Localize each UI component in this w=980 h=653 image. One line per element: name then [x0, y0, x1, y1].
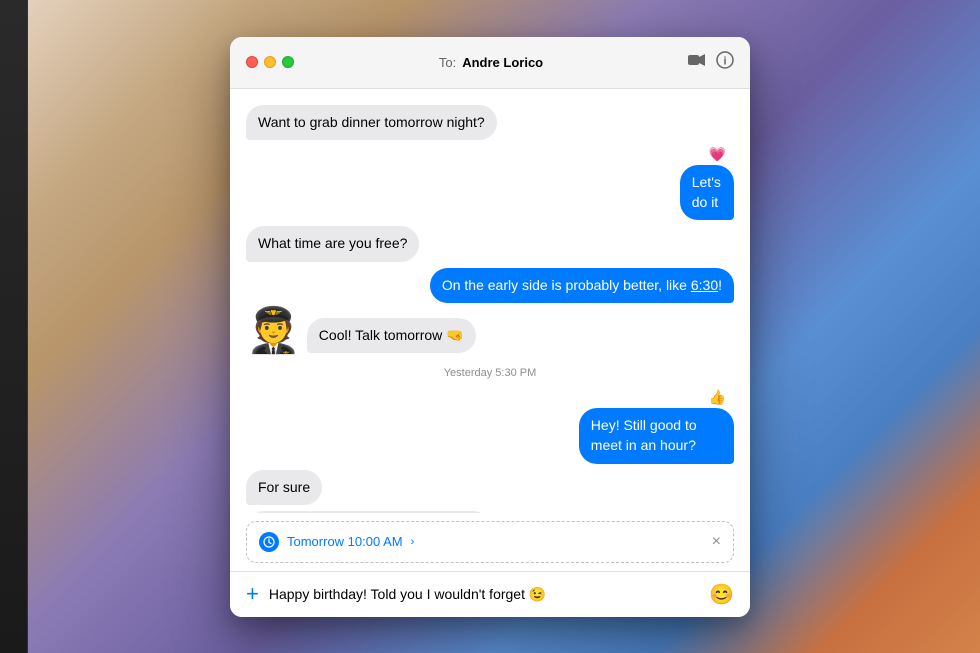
message-bubble: Let's do it [680, 165, 734, 220]
info-icon[interactable]: i [716, 51, 734, 74]
message-bubble: Cool! Talk tomorrow 🤜 [307, 318, 476, 354]
scheduled-chevron-icon: › [411, 536, 415, 548]
maximize-button[interactable] [282, 56, 294, 68]
message-input[interactable]: Happy birthday! Told you I wouldn't forg… [269, 586, 699, 603]
message-bubble: Hey! Still good to meet in an hour? [579, 408, 734, 463]
scheduled-bar: Tomorrow 10:00 AM › × [246, 521, 734, 563]
traffic-lights [246, 56, 294, 68]
timestamp: Yesterday 5:30 PM [246, 367, 734, 379]
message-row: For sure [246, 470, 734, 506]
scheduled-left: Tomorrow 10:00 AM › [259, 532, 414, 552]
message-row: What time are you free? [246, 226, 734, 262]
title-bar: To: Andre Lorico i [230, 37, 750, 89]
add-attachment-button[interactable]: + [246, 583, 259, 605]
reaction-emoji: 👍 [709, 389, 726, 406]
message-row: Let's do it [651, 165, 735, 220]
dock-bar [0, 0, 28, 653]
emoji-picker-button[interactable]: 😊 [709, 582, 734, 607]
reaction-emoji: 💗 [709, 146, 726, 163]
messages-window: To: Andre Lorico i [230, 37, 750, 617]
message-bubble: For sure [246, 470, 322, 506]
memoji-avatar: 🧑‍✈️ [246, 309, 301, 353]
message-row: Hey! Still good to meet in an hour? [495, 408, 734, 463]
message-bubble: What time are you free? [246, 226, 419, 262]
scheduled-time[interactable]: Tomorrow 10:00 AM [287, 534, 403, 549]
desktop: To: Andre Lorico i [0, 0, 980, 653]
message-bubble: On the early side is probably better, li… [430, 268, 734, 304]
scheduled-clock-icon [259, 532, 279, 552]
svg-text:i: i [723, 55, 726, 67]
recipient-name: Andre Lorico [462, 55, 543, 70]
message-row: On the early side is probably better, li… [246, 268, 734, 304]
message-bubble: Actually, want to meet even earlier? [246, 511, 491, 512]
minimize-button[interactable] [264, 56, 276, 68]
video-icon[interactable] [688, 53, 706, 72]
message-row: 🧑‍✈️ Cool! Talk tomorrow 🤜 [246, 309, 734, 353]
scheduled-close-button[interactable]: × [712, 533, 721, 551]
message-row: Actually, want to meet even earlier? [246, 511, 734, 512]
messages-area: Want to grab dinner tomorrow night? 💗 Le… [230, 89, 750, 513]
title-bar-right: i [688, 51, 734, 74]
message-bubble: Want to grab dinner tomorrow night? [246, 105, 497, 141]
title-bar-center: To: Andre Lorico [294, 55, 688, 70]
close-button[interactable] [246, 56, 258, 68]
input-bar: + Happy birthday! Told you I wouldn't fo… [230, 571, 750, 617]
to-label: To: [439, 55, 456, 70]
message-row: Want to grab dinner tomorrow night? [246, 105, 734, 141]
